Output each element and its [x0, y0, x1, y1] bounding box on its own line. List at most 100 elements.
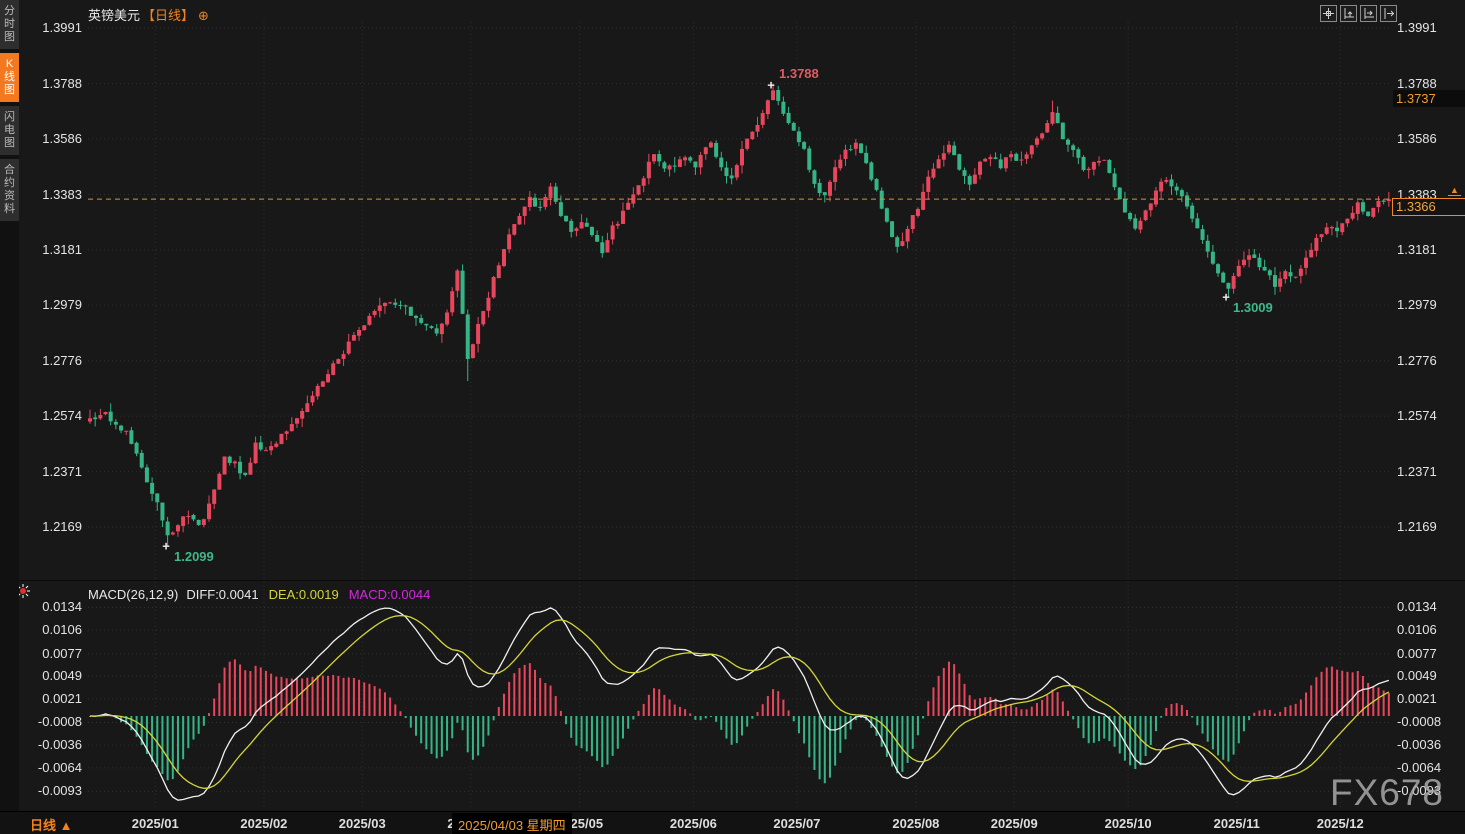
- macd-bar: [182, 716, 184, 759]
- candle-body: [968, 176, 972, 185]
- macd-bar: [224, 668, 226, 716]
- macd-bar: [389, 698, 391, 716]
- pan-tool-icon[interactable]: [1320, 5, 1337, 22]
- macd-bar: [1145, 716, 1147, 756]
- chart-header: 英镑美元【日线】⊕: [88, 5, 209, 24]
- macd-bar: [912, 716, 914, 749]
- candle-body: [150, 483, 154, 494]
- y-axis-zoom-icon[interactable]: [1340, 5, 1357, 22]
- candle-body: [1382, 201, 1386, 202]
- candle-body: [709, 143, 713, 148]
- candle-body: [1175, 187, 1179, 191]
- candle-body: [906, 229, 910, 242]
- sidebar-tab-timeshare[interactable]: 分时图: [0, 0, 19, 49]
- macd-bar: [1046, 695, 1048, 716]
- macd-bar: [1207, 716, 1209, 742]
- macd-bar: [839, 716, 841, 753]
- candle-body: [104, 412, 108, 414]
- settings-gear-icon[interactable]: ⊕: [198, 8, 209, 24]
- macd-bar: [798, 716, 800, 733]
- macd-bar: [751, 716, 753, 719]
- macd-bar: [394, 704, 396, 716]
- candle-body: [404, 306, 408, 307]
- macd-bar: [555, 696, 557, 716]
- macd-bar: [565, 716, 567, 724]
- candle-body: [1097, 161, 1101, 163]
- candle-body: [243, 473, 247, 475]
- candle-body: [678, 159, 682, 167]
- candle-body: [1299, 269, 1303, 276]
- macd-diff-value: DIFF:0.0041: [186, 587, 258, 602]
- macd-bar: [1026, 709, 1028, 716]
- macd-bar: [1321, 672, 1323, 716]
- candle-body: [171, 532, 175, 534]
- candle-body: [756, 125, 760, 132]
- macd-bar: [467, 716, 469, 752]
- macd-bar: [1155, 716, 1157, 731]
- candle-body: [724, 168, 728, 176]
- candle-body: [895, 237, 899, 247]
- candle-body: [1314, 238, 1318, 251]
- macd-bar: [1243, 716, 1245, 731]
- candle-body: [367, 316, 371, 325]
- current-price-tag: 1.3366: [1392, 198, 1465, 216]
- macd-bar: [482, 716, 484, 747]
- candle-body: [662, 162, 666, 168]
- scroll-to-price-arrow-icon[interactable]: ▲: [1448, 186, 1461, 196]
- macd-bar: [596, 716, 598, 761]
- macd-bar: [819, 716, 821, 779]
- macd-bar: [1377, 688, 1379, 716]
- macd-bar: [725, 716, 727, 739]
- macd-bar: [643, 704, 645, 716]
- candle-body: [1045, 123, 1049, 132]
- candle-body: [471, 344, 475, 358]
- candle-body: [750, 132, 754, 139]
- macd-bar: [177, 716, 179, 771]
- candle-body: [1019, 160, 1023, 161]
- macd-bar: [881, 716, 883, 747]
- x-axis-zoom-icon[interactable]: [1360, 5, 1377, 22]
- candle-body: [523, 207, 527, 216]
- macd-bar: [208, 713, 210, 716]
- macd-bar: [1284, 707, 1286, 716]
- period-selector[interactable]: 日线 ▲: [30, 815, 73, 834]
- candle-body: [823, 192, 827, 195]
- macd-bar: [425, 716, 427, 749]
- macd-bar: [793, 716, 795, 721]
- macd-bar: [922, 716, 924, 718]
- candle-body: [1351, 213, 1355, 219]
- high-annotation: 1.3788: [779, 66, 819, 81]
- candle-body: [657, 154, 661, 161]
- candle-body: [549, 186, 553, 197]
- macd-bar: [938, 676, 940, 716]
- candle-body: [1035, 138, 1039, 144]
- candle-body: [512, 224, 516, 235]
- sidebar-tab-contract-info[interactable]: 合约资料: [0, 159, 19, 221]
- candle-body: [419, 318, 423, 323]
- macd-bar: [632, 716, 634, 719]
- macd-bar: [1186, 710, 1188, 716]
- macd-bar: [762, 704, 764, 716]
- sidebar-tab-lightning[interactable]: 闪电图: [0, 106, 19, 155]
- macd-bar: [1274, 714, 1276, 716]
- macd-bar: [363, 682, 365, 716]
- macd-bar: [969, 695, 971, 716]
- goto-latest-icon[interactable]: [1380, 5, 1397, 22]
- candle-body: [983, 159, 987, 162]
- macd-bar: [1062, 701, 1064, 716]
- candle-body: [1283, 271, 1287, 279]
- macd-bar: [234, 659, 236, 716]
- candle-body: [228, 457, 232, 463]
- macd-bar: [927, 701, 929, 716]
- chart-canvas[interactable]: [0, 0, 1465, 834]
- macd-bar: [1279, 712, 1281, 716]
- candle-body: [233, 462, 237, 464]
- candle-body: [1180, 190, 1184, 196]
- sidebar-tab-kline[interactable]: K线图: [0, 53, 19, 102]
- macd-bar: [617, 716, 619, 749]
- macd-bar: [1326, 668, 1328, 716]
- candle-body: [1242, 260, 1246, 265]
- candle-body: [1030, 145, 1034, 154]
- candle-body: [1335, 228, 1339, 232]
- macd-bar: [1036, 703, 1038, 716]
